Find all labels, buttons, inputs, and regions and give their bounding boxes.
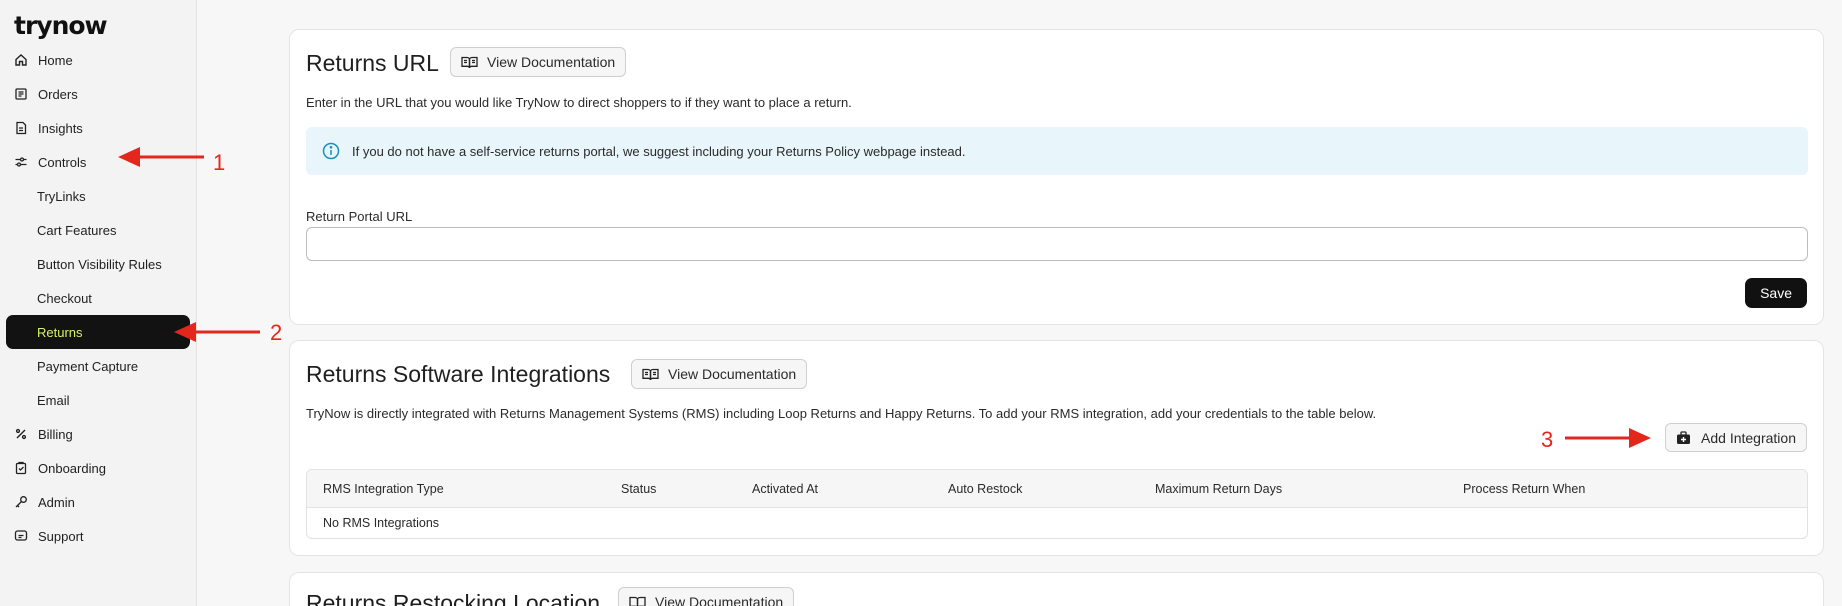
sidebar-item-label: Onboarding: [38, 460, 106, 476]
sidebar-item-onboarding[interactable]: Onboarding: [6, 451, 190, 485]
sidebar-item-trylinks[interactable]: TryLinks: [6, 179, 190, 213]
returns-url-description: Enter in the URL that you would like Try…: [306, 95, 852, 110]
add-integration-button[interactable]: Add Integration: [1665, 423, 1807, 452]
info-banner-text: If you do not have a self-service return…: [352, 143, 966, 159]
save-button[interactable]: Save: [1745, 278, 1807, 308]
sidebar-item-label: Controls: [38, 154, 87, 170]
annotation-label-1: 1: [213, 150, 226, 175]
column-header[interactable]: Activated At: [752, 482, 818, 496]
integrations-description: TryNow is directly integrated with Retur…: [306, 406, 1377, 421]
home-icon: [14, 53, 28, 67]
annotation-label-3: 3: [1541, 427, 1554, 452]
column-header[interactable]: Process Return When: [1463, 482, 1585, 496]
support-chat-icon: [14, 529, 28, 543]
sidebar-item-label: Billing: [38, 426, 73, 442]
sidebar-item-label: Email: [37, 392, 70, 408]
return-portal-url-input[interactable]: [306, 227, 1808, 261]
view-documentation-button[interactable]: View Documentation: [450, 47, 627, 77]
sliders-icon: [14, 155, 28, 169]
percent-icon: [14, 427, 28, 441]
book-open-icon: [642, 368, 659, 381]
table-header: RMS Integration Type Status Activated At…: [307, 470, 1807, 508]
sidebar-item-label: Insights: [38, 120, 83, 136]
sidebar-item-checkout[interactable]: Checkout: [6, 281, 190, 315]
view-documentation-button[interactable]: View Documentation: [618, 587, 795, 606]
rms-integrations-table: RMS Integration Type Status Activated At…: [306, 469, 1808, 539]
sidebar-item-label: Cart Features: [37, 222, 117, 238]
sidebar-item-billing[interactable]: Billing: [6, 417, 190, 451]
view-documentation-label: View Documentation: [487, 54, 616, 70]
sidebar-item-label: Home: [38, 52, 73, 68]
view-documentation-button[interactable]: View Documentation: [631, 359, 808, 389]
book-open-icon: [629, 596, 646, 606]
view-documentation-label: View Documentation: [668, 366, 797, 382]
table-row: No RMS Integrations: [307, 508, 1807, 538]
annotation-label-2: 2: [270, 320, 283, 345]
sidebar-item-label: Button Visibility Rules: [37, 256, 162, 272]
trynow-logo[interactable]: trynow: [14, 11, 108, 40]
sidebar-item-label: TryLinks: [37, 188, 86, 204]
sidebar-item-insights[interactable]: Insights: [6, 111, 190, 145]
returns-url-title: Returns URL: [306, 50, 439, 76]
annotation-arrow-1: [118, 147, 204, 167]
annotation-arrow-3: [1565, 428, 1651, 448]
sidebar-item-label: Support: [38, 528, 84, 544]
column-header[interactable]: RMS Integration Type: [323, 482, 444, 496]
sidebar-item-label: Admin: [38, 494, 75, 510]
sidebar-item-home[interactable]: Home: [6, 43, 190, 77]
empty-state-text: No RMS Integrations: [323, 516, 440, 530]
sidebar-item-label: Checkout: [37, 290, 92, 306]
briefcase-plus-icon: [1676, 430, 1691, 445]
sidebar-item-email[interactable]: Email: [6, 383, 190, 417]
clipboard-check-icon: [14, 461, 28, 475]
info-icon: [322, 142, 340, 160]
restocking-location-card: Returns Restocking Location View Documen…: [289, 572, 1824, 606]
sidebar-item-cart-features[interactable]: Cart Features: [6, 213, 190, 247]
sidebar-item-returns[interactable]: Returns: [6, 315, 190, 349]
restocking-title: Returns Restocking Location: [306, 590, 601, 606]
sidebar-item-admin[interactable]: Admin: [6, 485, 190, 519]
sidebar-item-payment-capture[interactable]: Payment Capture: [6, 349, 190, 383]
column-header[interactable]: Status: [621, 482, 656, 496]
sidebar-item-label: Payment Capture: [37, 358, 139, 374]
sidebar-item-support[interactable]: Support: [6, 519, 190, 553]
orders-icon: [14, 87, 28, 101]
sidebar-nav: Home Orders Insights Controls TryLinks C…: [6, 43, 190, 553]
sidebar-item-label: Returns: [37, 324, 83, 340]
sidebar-item-orders[interactable]: Orders: [6, 77, 190, 111]
column-header[interactable]: Maximum Return Days: [1155, 482, 1282, 496]
column-header[interactable]: Auto Restock: [948, 482, 1022, 496]
integrations-title: Returns Software Integrations: [306, 361, 611, 387]
add-integration-label: Add Integration: [1701, 429, 1796, 446]
return-portal-url-label: Return Portal URL: [306, 209, 413, 224]
sidebar-item-button-visibility-rules[interactable]: Button Visibility Rules: [6, 247, 190, 281]
insights-icon: [14, 121, 28, 135]
key-icon: [14, 495, 28, 509]
returns-url-card: Returns URL View Documentation Enter in …: [289, 29, 1824, 325]
sidebar: trynow Home Orders Insights Controls Try…: [0, 0, 197, 606]
view-documentation-label: View Documentation: [655, 594, 784, 606]
book-open-icon: [461, 56, 478, 69]
info-banner: If you do not have a self-service return…: [306, 127, 1808, 175]
annotation-arrow-2: [174, 322, 260, 342]
sidebar-item-label: Orders: [38, 86, 78, 102]
